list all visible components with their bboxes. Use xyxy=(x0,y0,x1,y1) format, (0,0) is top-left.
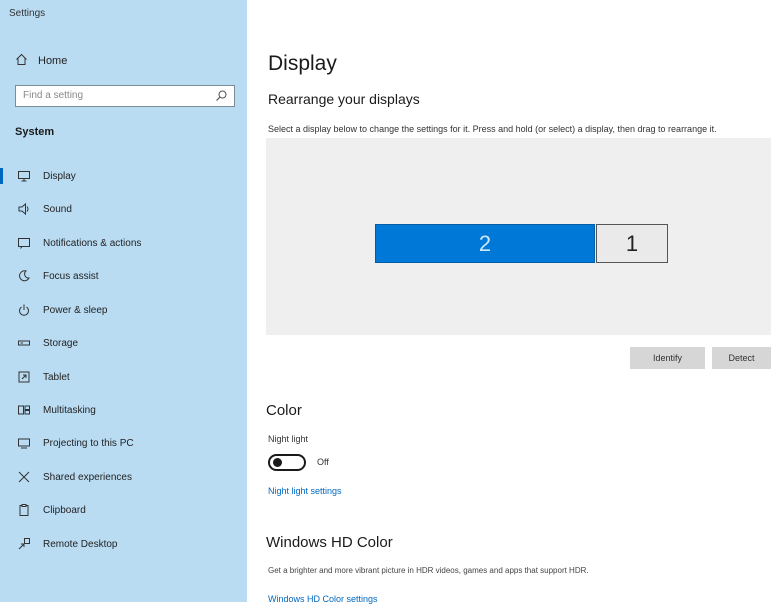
search-placeholder: Find a setting xyxy=(23,90,84,101)
hdr-description: Get a brighter and more vibrant picture … xyxy=(268,566,589,575)
sidebar-item-label: Projecting to this PC xyxy=(43,437,134,449)
night-light-label: Night light xyxy=(268,434,309,444)
night-light-settings-link[interactable]: Night light settings xyxy=(268,486,342,496)
shared-icon xyxy=(17,470,31,484)
remote-icon xyxy=(17,537,31,551)
sidebar-item-label: Notifications & actions xyxy=(43,237,142,249)
sidebar-item-label: Focus assist xyxy=(43,270,99,282)
sidebar-item-projecting[interactable]: Projecting to this PC xyxy=(0,432,247,454)
notification-icon xyxy=(17,236,31,250)
sidebar-item-notifications[interactable]: Notifications & actions xyxy=(0,232,247,254)
hdr-settings-link[interactable]: Windows HD Color settings xyxy=(268,594,378,604)
sidebar-item-label: Tablet xyxy=(43,371,70,383)
home-nav-item[interactable]: Home xyxy=(15,53,67,69)
sidebar-item-tablet[interactable]: Tablet xyxy=(0,366,247,388)
display-1-tile[interactable]: 1 xyxy=(596,224,668,263)
night-light-state: Off xyxy=(317,457,329,467)
sidebar-item-clipboard[interactable]: Clipboard xyxy=(0,499,247,521)
settings-window: Settings Home Find a setting System Disp… xyxy=(0,0,771,604)
detect-button[interactable]: Detect xyxy=(712,347,771,369)
sidebar-item-label: Sound xyxy=(43,203,72,215)
sidebar-item-remote-desktop[interactable]: Remote Desktop xyxy=(0,533,247,555)
page-title: Display xyxy=(268,52,337,75)
sidebar-item-label: Clipboard xyxy=(43,504,86,516)
home-icon xyxy=(15,53,28,69)
multitasking-icon xyxy=(17,403,31,417)
night-light-toggle[interactable] xyxy=(268,454,306,471)
section-title-system: System xyxy=(15,126,55,138)
display-2-tile[interactable]: 2 xyxy=(375,224,595,263)
storage-icon xyxy=(17,336,31,350)
hdr-heading: Windows HD Color xyxy=(266,534,393,551)
sidebar-item-storage[interactable]: Storage xyxy=(0,332,247,354)
active-indicator xyxy=(0,168,3,184)
sidebar-item-display[interactable]: Display xyxy=(0,165,247,187)
display-arrangement-area[interactable]: 2 1 xyxy=(266,138,771,335)
speaker-icon xyxy=(17,202,31,216)
sidebar-item-sound[interactable]: Sound xyxy=(0,198,247,220)
search-input[interactable]: Find a setting xyxy=(15,85,235,107)
main-content: Display Rearrange your displays Select a… xyxy=(247,0,771,604)
moon-icon xyxy=(17,269,31,283)
identify-button[interactable]: Identify xyxy=(630,347,705,369)
power-icon xyxy=(17,303,31,317)
sidebar-item-focus-assist[interactable]: Focus assist xyxy=(0,265,247,287)
window-title: Settings xyxy=(9,8,46,19)
rearrange-heading: Rearrange your displays xyxy=(268,91,420,107)
sidebar-item-label: Shared experiences xyxy=(43,471,132,483)
clipboard-icon xyxy=(17,503,31,517)
sidebar: Settings Home Find a setting System Disp… xyxy=(0,0,247,602)
search-icon xyxy=(215,89,228,102)
monitor-icon xyxy=(17,169,31,183)
sidebar-item-power-sleep[interactable]: Power & sleep xyxy=(0,299,247,321)
sidebar-item-label: Remote Desktop xyxy=(43,538,118,550)
sidebar-item-multitasking[interactable]: Multitasking xyxy=(0,399,247,421)
sidebar-item-shared-experiences[interactable]: Shared experiences xyxy=(0,466,247,488)
sidebar-item-label: Power & sleep xyxy=(43,304,108,316)
sidebar-item-label: Display xyxy=(43,170,76,182)
sidebar-item-label: Storage xyxy=(43,337,79,349)
rearrange-description: Select a display below to change the set… xyxy=(268,124,717,134)
projector-icon xyxy=(17,436,31,450)
home-label: Home xyxy=(38,55,68,67)
toggle-knob xyxy=(273,458,282,467)
sidebar-item-label: Multitasking xyxy=(43,404,96,416)
color-heading: Color xyxy=(266,402,302,419)
tablet-icon xyxy=(17,370,31,384)
